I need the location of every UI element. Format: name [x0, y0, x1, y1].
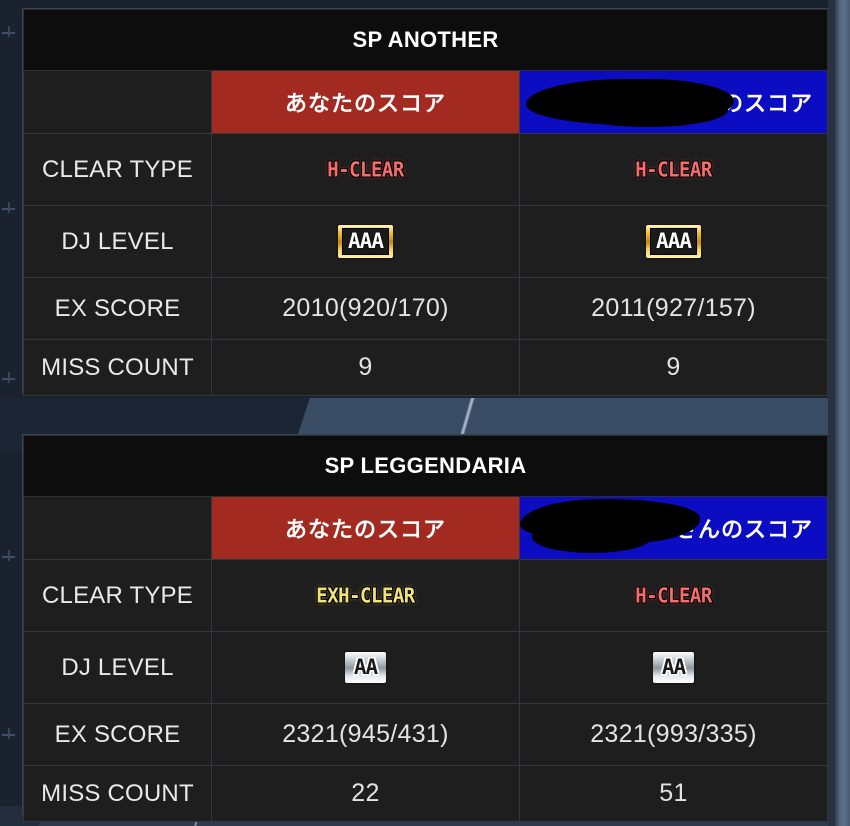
table-row: MISS COUNT 9 9 — [23, 339, 829, 396]
cell-clear-type-you: H-CLEAR — [211, 133, 520, 206]
dj-level-text: AA — [661, 655, 686, 679]
panel-title: SP LEGGENDARIA — [23, 435, 828, 497]
row-label-miss-count: MISS COUNT — [23, 339, 212, 396]
header-cell-blank — [23, 70, 212, 134]
row-label-dj-level: DJ LEVEL — [23, 205, 212, 278]
row-label-clear-type: CLEAR TYPE — [23, 133, 212, 206]
score-table: SP LEGGENDARIA あなたのスコア さんのスコア CLEAR TYPE… — [23, 435, 828, 822]
score-panel-sp-leggendaria: SP LEGGENDARIA あなたのスコア さんのスコア CLEAR TYPE… — [22, 434, 828, 822]
your-score-label: あなたのスコア — [284, 518, 446, 543]
dj-level-text: AAA — [650, 228, 697, 255]
redaction-blob — [532, 521, 652, 553]
cell-dj-level-rival: AA — [519, 631, 828, 704]
table-row: CLEAR TYPE H-CLEAR H-CLEAR — [23, 133, 829, 206]
score-table: SP ANOTHER あなたのスコア んのスコア CLEAR TYPE H-CL… — [22, 9, 829, 396]
table-row-header: あなたのスコア さんのスコア — [23, 496, 828, 560]
table-row-header: あなたのスコア んのスコア — [23, 70, 829, 134]
cell-miss-count-rival: 51 — [519, 765, 828, 822]
header-cell-blank — [23, 496, 212, 560]
cell-ex-score-rival: 2011(927/157) — [518, 277, 829, 340]
panel-title: SP ANOTHER — [22, 9, 829, 71]
clear-lamp: H-CLEAR — [327, 157, 404, 182]
edge-tick-mark — [8, 372, 10, 383]
edge-tick-mark — [8, 728, 10, 739]
cell-miss-count-you: 22 — [211, 765, 520, 822]
cell-ex-score-you: 2010(920/170) — [211, 277, 520, 340]
edge-tick-mark — [8, 26, 10, 37]
dj-level-badge: AA — [652, 652, 695, 683]
header-cell-rival-score: んのスコア — [518, 70, 829, 134]
right-edge-gutter — [828, 0, 835, 826]
cell-dj-level-you: AAA — [211, 205, 520, 278]
table-row: DJ LEVEL AA AA — [23, 631, 828, 704]
scrollbar-track[interactable] — [835, 0, 850, 826]
dj-level-text: AAA — [342, 228, 389, 255]
cell-ex-score-rival: 2321(993/335) — [519, 703, 828, 766]
table-row: EX SCORE 2010(920/170) 2011(927/157) — [23, 277, 829, 340]
dj-level-text: AA — [353, 655, 378, 679]
table-row: DJ LEVEL AAA AAA — [23, 205, 829, 278]
table-row-title: SP ANOTHER — [22, 9, 829, 71]
table-row: MISS COUNT 22 51 — [23, 765, 828, 822]
row-label-miss-count: MISS COUNT — [23, 765, 212, 822]
your-score-label: あなたのスコア — [284, 92, 446, 117]
edge-tick-mark — [8, 202, 10, 213]
header-cell-your-score: あなたのスコア — [211, 70, 520, 134]
redaction-blob — [568, 93, 728, 127]
clear-lamp: H-CLEAR — [635, 157, 712, 182]
dj-level-badge: AAA — [646, 225, 701, 258]
table-row: CLEAR TYPE EXH-CLEAR H-CLEAR — [23, 559, 828, 632]
score-panel-sp-another: SP ANOTHER あなたのスコア んのスコア CLEAR TYPE H-CL… — [22, 8, 829, 396]
cell-miss-count-you: 9 — [211, 339, 520, 396]
cell-miss-count-rival: 9 — [518, 339, 829, 396]
table-row-title: SP LEGGENDARIA — [23, 435, 828, 497]
edge-tick-mark — [8, 550, 10, 561]
clear-lamp: EXH-CLEAR — [316, 583, 415, 608]
dj-level-badge: AAA — [338, 225, 393, 258]
cell-dj-level-rival: AAA — [518, 205, 829, 278]
cell-dj-level-you: AA — [211, 631, 520, 704]
cell-clear-type-you: EXH-CLEAR — [211, 559, 520, 632]
cell-clear-type-rival: H-CLEAR — [518, 133, 829, 206]
row-label-clear-type: CLEAR TYPE — [23, 559, 212, 632]
row-label-ex-score: EX SCORE — [23, 703, 212, 766]
row-label-dj-level: DJ LEVEL — [23, 631, 212, 704]
row-label-ex-score: EX SCORE — [23, 277, 212, 340]
header-cell-rival-score: さんのスコア — [519, 496, 828, 560]
dj-level-badge: AA — [344, 652, 387, 683]
table-row: EX SCORE 2321(945/431) 2321(993/335) — [23, 703, 828, 766]
clear-lamp: H-CLEAR — [635, 583, 712, 608]
cell-clear-type-rival: H-CLEAR — [519, 559, 828, 632]
header-cell-your-score: あなたのスコア — [211, 496, 520, 560]
cell-ex-score-you: 2321(945/431) — [211, 703, 520, 766]
